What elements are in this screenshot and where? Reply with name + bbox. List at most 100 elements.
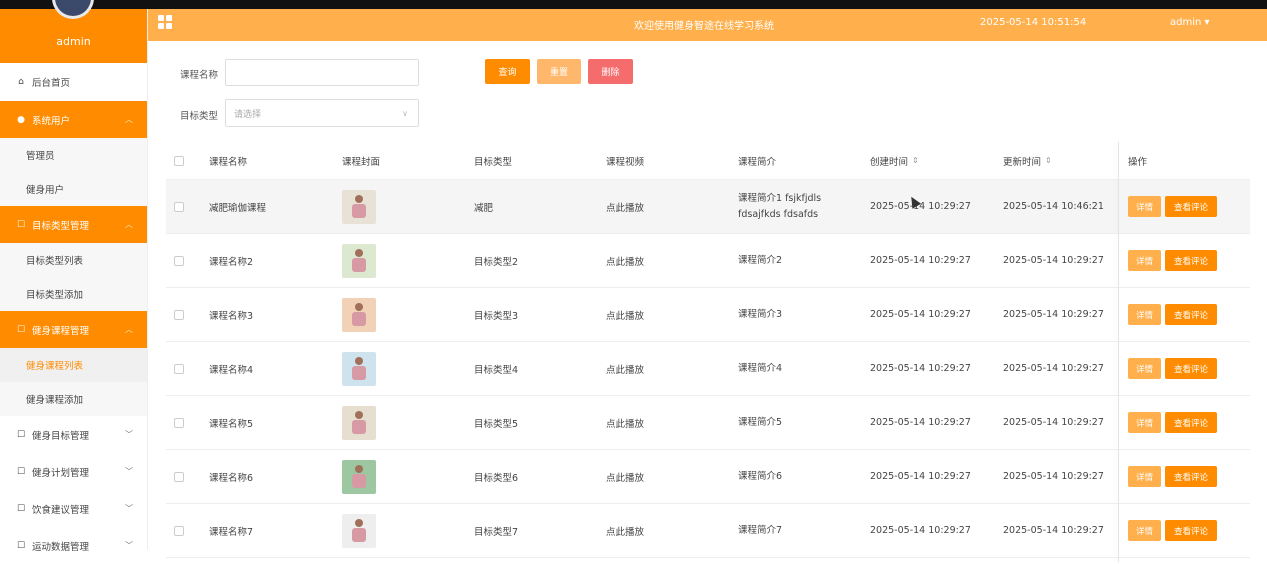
sidebar-item[interactable]: ☐ 健身目标管理 ﹀: [0, 416, 147, 453]
figure-body-icon: [352, 257, 366, 272]
course-name-input[interactable]: [225, 59, 419, 86]
sidebar-item[interactable]: ● 系统用户 ︿: [0, 101, 147, 138]
reset-button[interactable]: 重置: [537, 59, 581, 84]
row-checkbox[interactable]: [174, 363, 184, 374]
updated-cell: 2025-05-14 10:29:27: [1003, 450, 1104, 503]
detail-button[interactable]: 详情: [1128, 304, 1161, 325]
detail-button[interactable]: 详情: [1128, 520, 1161, 541]
chevron-down-icon: ∨: [402, 108, 408, 118]
column-header: 课程简介: [738, 142, 776, 179]
edit-icon: ☐: [16, 324, 26, 335]
play-video-link[interactable]: 点此播放: [606, 524, 644, 538]
grid-menu-icon[interactable]: [158, 15, 172, 29]
target-type-label: 目标类型: [180, 111, 219, 122]
created-time: 2025-05-14 10:29:27: [870, 471, 971, 482]
user-icon: ●: [17, 114, 25, 125]
play-video-link[interactable]: 点此播放: [606, 416, 644, 430]
welcome-title: 欢迎使用健身智途在线学习系统: [634, 21, 774, 32]
intro-cell: 课程简介7: [738, 504, 860, 557]
edit-icon: ☐: [16, 540, 26, 551]
play-video-link[interactable]: 点此播放: [606, 308, 644, 322]
video-cell: 点此播放: [606, 288, 644, 341]
delete-button[interactable]: 删除: [588, 59, 633, 84]
course-intro: 课程简介6: [738, 470, 783, 482]
sidebar-item[interactable]: ☐ 目标类型管理 ︿: [0, 206, 147, 243]
course-cover-image[interactable]: [342, 297, 376, 332]
figure-icon: [355, 248, 363, 257]
avatar[interactable]: [52, 0, 94, 19]
view-comments-button[interactable]: 查看评论: [1165, 412, 1217, 433]
sort-icon[interactable]: ⇕: [912, 156, 919, 165]
view-comments-button[interactable]: 查看评论: [1165, 520, 1217, 541]
query-button[interactable]: 查询: [485, 59, 530, 84]
view-comments-button[interactable]: 查看评论: [1165, 250, 1217, 271]
row-checkbox[interactable]: [174, 309, 184, 320]
sidebar-item[interactable]: ☐ 健身计划管理 ﹀: [0, 453, 147, 490]
sidebar-item[interactable]: ☐ 健身课程管理 ︿: [0, 311, 147, 348]
target-type: 减肥: [474, 202, 494, 214]
sort-icon[interactable]: ⇕: [1045, 156, 1052, 165]
sidebar-item[interactable]: 健身课程添加: [0, 382, 147, 416]
cover-cell: [342, 342, 376, 395]
cover-cell: [342, 504, 376, 557]
figure-icon: [355, 302, 363, 311]
detail-button[interactable]: 详情: [1128, 412, 1161, 433]
detail-button[interactable]: 详情: [1128, 250, 1161, 271]
search-form: 课程名称 目标类型 请选择 ∨ 查询 重置 删除: [148, 41, 1267, 141]
play-video-link[interactable]: 点此播放: [606, 470, 644, 484]
column-header[interactable]: 更新时间 ⇕: [1003, 142, 1052, 179]
table-row[interactable]: 课程名称6 目标类型6 点此播放 课程简介6 2025-05-14 10:29:27 20…: [166, 450, 1250, 504]
row-checkbox[interactable]: [174, 201, 184, 212]
select-all-checkbox[interactable]: [174, 155, 184, 166]
play-video-link[interactable]: 点此播放: [606, 362, 644, 376]
sidebar-item[interactable]: ☐ 运动数据管理 ﹀: [0, 527, 147, 564]
sidebar-item[interactable]: 管理员: [0, 138, 147, 172]
view-comments-button[interactable]: 查看评论: [1165, 196, 1217, 217]
course-cover-image[interactable]: [342, 189, 376, 224]
sidebar-item-label: 健身计划管理: [32, 467, 90, 479]
table-row[interactable]: 课程名称5 目标类型5 点此播放 课程简介5 2025-05-14 10:29:27 20…: [166, 396, 1250, 450]
table-row[interactable]: 课程名称2 目标类型2 点此播放 课程简介2 2025-05-14 10:29:27 20…: [166, 234, 1250, 288]
detail-button[interactable]: 详情: [1128, 466, 1161, 487]
row-checkbox[interactable]: [174, 525, 184, 536]
user-dropdown[interactable]: admin ▾: [1170, 17, 1210, 28]
sidebar-item[interactable]: 目标类型添加: [0, 277, 147, 311]
type-cell: 目标类型3: [474, 288, 518, 341]
home-icon: ⌂: [18, 77, 24, 87]
actions-cell: 详情 查看评论: [1128, 342, 1221, 395]
course-cover-image[interactable]: [342, 405, 376, 440]
view-comments-button[interactable]: 查看评论: [1165, 358, 1217, 379]
course-cover-image[interactable]: [342, 243, 376, 278]
course-cover-image[interactable]: [342, 351, 376, 386]
detail-button[interactable]: 详情: [1128, 196, 1161, 217]
updated-cell: 2025-05-14 10:29:27: [1003, 234, 1104, 287]
column-header[interactable]: 创建时间 ⇕: [870, 142, 919, 179]
sidebar-item[interactable]: ⌂ 后台首页: [0, 63, 147, 101]
row-checkbox[interactable]: [174, 471, 184, 482]
created-cell: 2025-05-14 10:29:27: [870, 342, 971, 395]
play-video-link[interactable]: 点此播放: [606, 254, 644, 268]
target-type-select[interactable]: 请选择 ∨: [225, 99, 419, 127]
detail-button[interactable]: 详情: [1128, 358, 1161, 379]
course-cover-image[interactable]: [342, 459, 376, 494]
course-name: 课程名称5: [209, 418, 254, 430]
table-row[interactable]: 减肥瑜伽课程 减肥 点此播放 课程简介1 fsjkfjdls fdsajfkds fd…: [166, 180, 1250, 234]
view-comments-button[interactable]: 查看评论: [1165, 304, 1217, 325]
row-checkbox[interactable]: [174, 417, 184, 428]
table-row[interactable]: 课程名称4 目标类型4 点此播放 课程简介4 2025-05-14 10:29:27 20…: [166, 342, 1250, 396]
table-row[interactable]: 课程名称3 目标类型3 点此播放 课程简介3 2025-05-14 10:29:27 20…: [166, 288, 1250, 342]
column-header: 目标类型: [474, 142, 512, 179]
updated-time: 2025-05-14 10:29:27: [1003, 255, 1104, 266]
play-video-link[interactable]: 点此播放: [606, 200, 644, 214]
course-intro: 课程简介2: [738, 254, 783, 266]
actions-cell: 详情 查看评论: [1128, 450, 1221, 503]
sidebar-item[interactable]: 健身课程列表: [0, 348, 147, 382]
view-comments-button[interactable]: 查看评论: [1165, 466, 1217, 487]
sidebar-item[interactable]: ☐ 饮食建议管理 ﹀: [0, 490, 147, 527]
created-cell: 2025-05-14 10:29:27: [870, 180, 971, 233]
cover-cell: [342, 234, 376, 287]
sidebar-item[interactable]: 健身用户: [0, 172, 147, 206]
sidebar-item[interactable]: 目标类型列表: [0, 243, 147, 277]
row-checkbox[interactable]: [174, 255, 184, 266]
course-cover-image[interactable]: [342, 513, 376, 548]
